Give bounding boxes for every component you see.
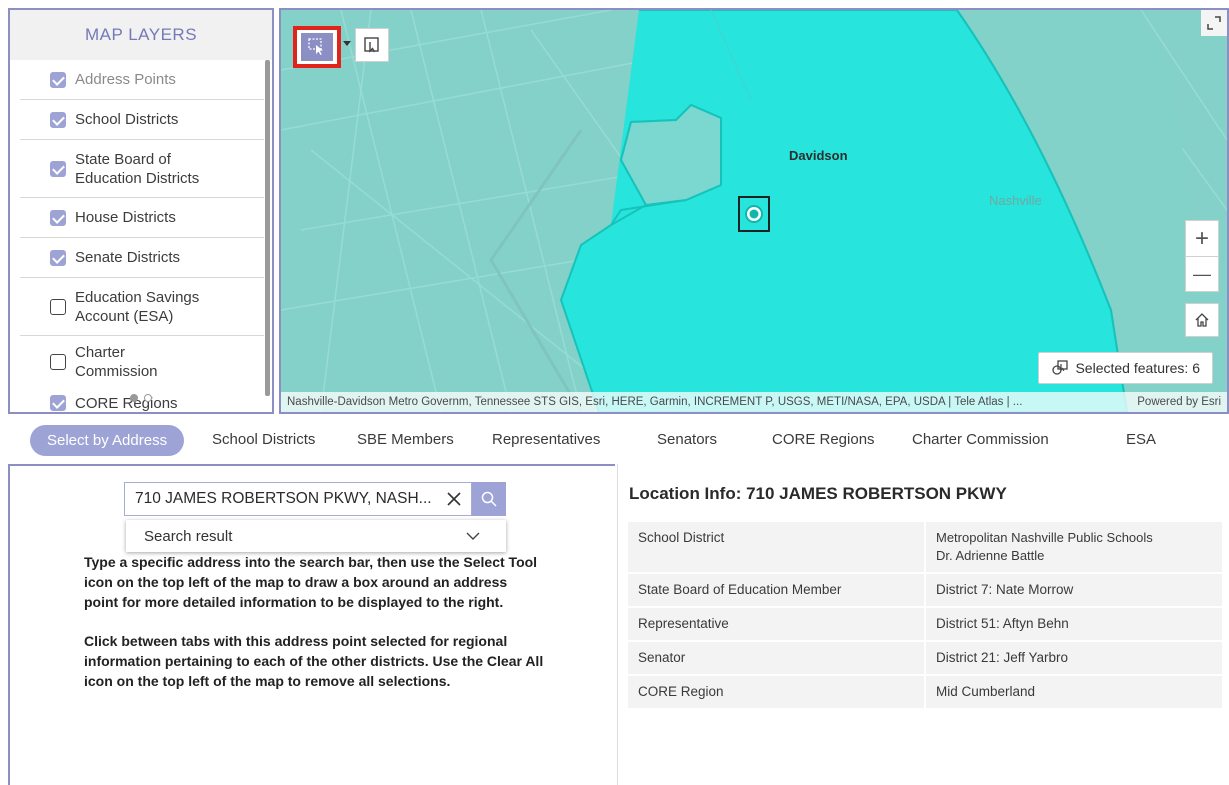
row-value: District 21: Jeff Yarbro (925, 641, 1222, 676)
search-input-value[interactable]: 710 JAMES ROBERTSON PKWY, NASH... (135, 490, 439, 508)
layer-pager (130, 394, 152, 402)
row-label: State Board of Education Member (628, 573, 926, 608)
select-tool-icon (301, 33, 333, 61)
zoom-in-button[interactable]: + (1185, 220, 1219, 256)
row-label: Senator (628, 641, 926, 676)
checkbox-unchecked-icon[interactable] (50, 298, 66, 315)
layer-house-districts[interactable]: House Districts (20, 198, 264, 238)
checkbox-checked-icon[interactable] (50, 160, 66, 177)
map-place-label: Davidson (789, 148, 848, 163)
search-result-dropdown[interactable]: Search result (126, 520, 506, 552)
tab-esa[interactable]: ESA (1126, 431, 1156, 448)
home-icon (1195, 313, 1209, 327)
selected-features-icon (1052, 360, 1069, 375)
map-attribution: Nashville-Davidson Metro Governm, Tennes… (281, 392, 1227, 412)
school-district-name: Metropolitan Nashville Public Schools (936, 530, 1153, 545)
checkbox-checked-icon[interactable] (50, 249, 66, 266)
row-value: District 51: Aftyn Behn (925, 607, 1222, 642)
layer-list: Address Points School Districts State Bo… (10, 60, 272, 412)
layer-scrollbar[interactable] (265, 60, 270, 396)
search-icon (481, 491, 497, 507)
checkbox-checked-icon[interactable] (50, 111, 66, 128)
row-value: District 7: Nate Morrow (925, 573, 1222, 608)
zoom-out-button[interactable]: — (1185, 256, 1219, 292)
fullscreen-icon (1207, 16, 1221, 30)
chevron-down-icon (466, 532, 480, 540)
search-panel: 710 JAMES ROBERTSON PKWY, NASH... Search… (8, 464, 615, 785)
table-row: Representative District 51: Aftyn Behn (628, 607, 1222, 642)
caret-down-icon (343, 41, 351, 46)
map-view[interactable]: Davidson Nashville + — Selected features… (279, 8, 1229, 414)
home-button[interactable] (1185, 303, 1219, 337)
layer-charter-commission[interactable]: Charter Commission (20, 336, 264, 388)
checkbox-checked-icon[interactable] (50, 71, 66, 88)
checkbox-checked-icon[interactable] (50, 395, 66, 411)
selected-address-point[interactable] (738, 196, 770, 232)
instructions-paragraph: Click between tabs with this address poi… (84, 633, 544, 689)
tab-senators[interactable]: Senators (657, 431, 717, 448)
tab-school-districts[interactable]: School Districts (212, 431, 315, 448)
tab-select-by-address[interactable]: Select by Address (30, 425, 185, 456)
superintendent-name: Dr. Adrienne Battle (936, 548, 1045, 563)
tab-charter-commission[interactable]: Charter Commission (912, 431, 1049, 448)
plus-icon: + (1194, 224, 1209, 252)
location-info-table: School District Metropolitan Nashville P… (628, 522, 1222, 710)
row-value: Mid Cumberland (925, 675, 1222, 710)
location-info-title: Location Info: 710 JAMES ROBERTSON PKWY (629, 484, 1007, 503)
selected-features-count: Selected features: 6 (1075, 360, 1200, 376)
pager-dot-active[interactable] (130, 394, 138, 402)
row-label: Representative (628, 607, 926, 642)
layer-label: Address Points (75, 71, 176, 88)
pager-dot[interactable] (144, 394, 152, 402)
layer-label: School Districts (75, 111, 179, 128)
table-row: School District Metropolitan Nashville P… (628, 522, 1222, 574)
tab-core-regions[interactable]: CORE Regions (772, 431, 875, 448)
map-layers-panel: MAP LAYERS Address Points School Distric… (8, 8, 274, 414)
powered-by-esri-link[interactable]: Powered by Esri (1131, 396, 1227, 408)
checkbox-unchecked-icon[interactable] (50, 354, 66, 370)
clear-selection-icon (364, 37, 379, 53)
instructions-paragraph: Type a specific address into the search … (84, 554, 538, 610)
row-label: CORE Region (628, 675, 926, 710)
checkbox-checked-icon[interactable] (50, 209, 66, 226)
layer-label: Charter Commission (75, 344, 158, 380)
tab-representatives[interactable]: Representatives (492, 431, 600, 448)
select-tool-dropdown[interactable] (343, 40, 351, 48)
layer-senate-districts[interactable]: Senate Districts (20, 238, 264, 278)
layer-school-districts[interactable]: School Districts (20, 100, 264, 140)
map-city-label: Nashville (989, 193, 1042, 208)
address-point-icon (745, 205, 763, 223)
location-info-panel: Location Info: 710 JAMES ROBERTSON PKWY … (617, 464, 1229, 785)
select-tool-button[interactable] (293, 26, 341, 68)
layer-label: Senate Districts (75, 249, 181, 266)
search-button[interactable] (472, 482, 506, 516)
clear-selection-button[interactable] (355, 28, 389, 62)
layer-sbe-districts[interactable]: State Board of Education Districts (20, 140, 264, 198)
table-row: Senator District 21: Jeff Yarbro (628, 641, 1222, 676)
layer-address-points[interactable]: Address Points (20, 60, 264, 100)
search-result-label: Search result (144, 527, 233, 545)
minus-icon: — (1193, 263, 1211, 284)
layer-label: House Districts (75, 209, 176, 226)
table-row: State Board of Education Member District… (628, 573, 1222, 608)
map-layers-title: MAP LAYERS (10, 10, 272, 60)
search-input[interactable]: 710 JAMES ROBERTSON PKWY, NASH... (124, 482, 472, 516)
layer-label: Education Savings Account (ESA) (75, 288, 200, 325)
attribution-text: Nashville-Davidson Metro Governm, Tennes… (287, 396, 1023, 408)
tab-sbe-members[interactable]: SBE Members (357, 431, 454, 448)
clear-search-button[interactable] (439, 484, 469, 514)
row-label: School District (628, 522, 926, 574)
layer-label: State Board of Education Districts (75, 150, 200, 187)
layer-esa[interactable]: Education Savings Account (ESA) (20, 278, 264, 336)
table-row: CORE Region Mid Cumberland (628, 675, 1222, 710)
instructions: Type a specific address into the search … (84, 552, 544, 691)
selected-features-badge[interactable]: Selected features: 6 (1038, 352, 1213, 384)
row-value: Metropolitan Nashville Public Schools Dr… (925, 522, 1222, 574)
layer-label: CORE Regions (75, 394, 178, 412)
fullscreen-button[interactable] (1201, 10, 1227, 36)
close-icon (447, 492, 461, 506)
